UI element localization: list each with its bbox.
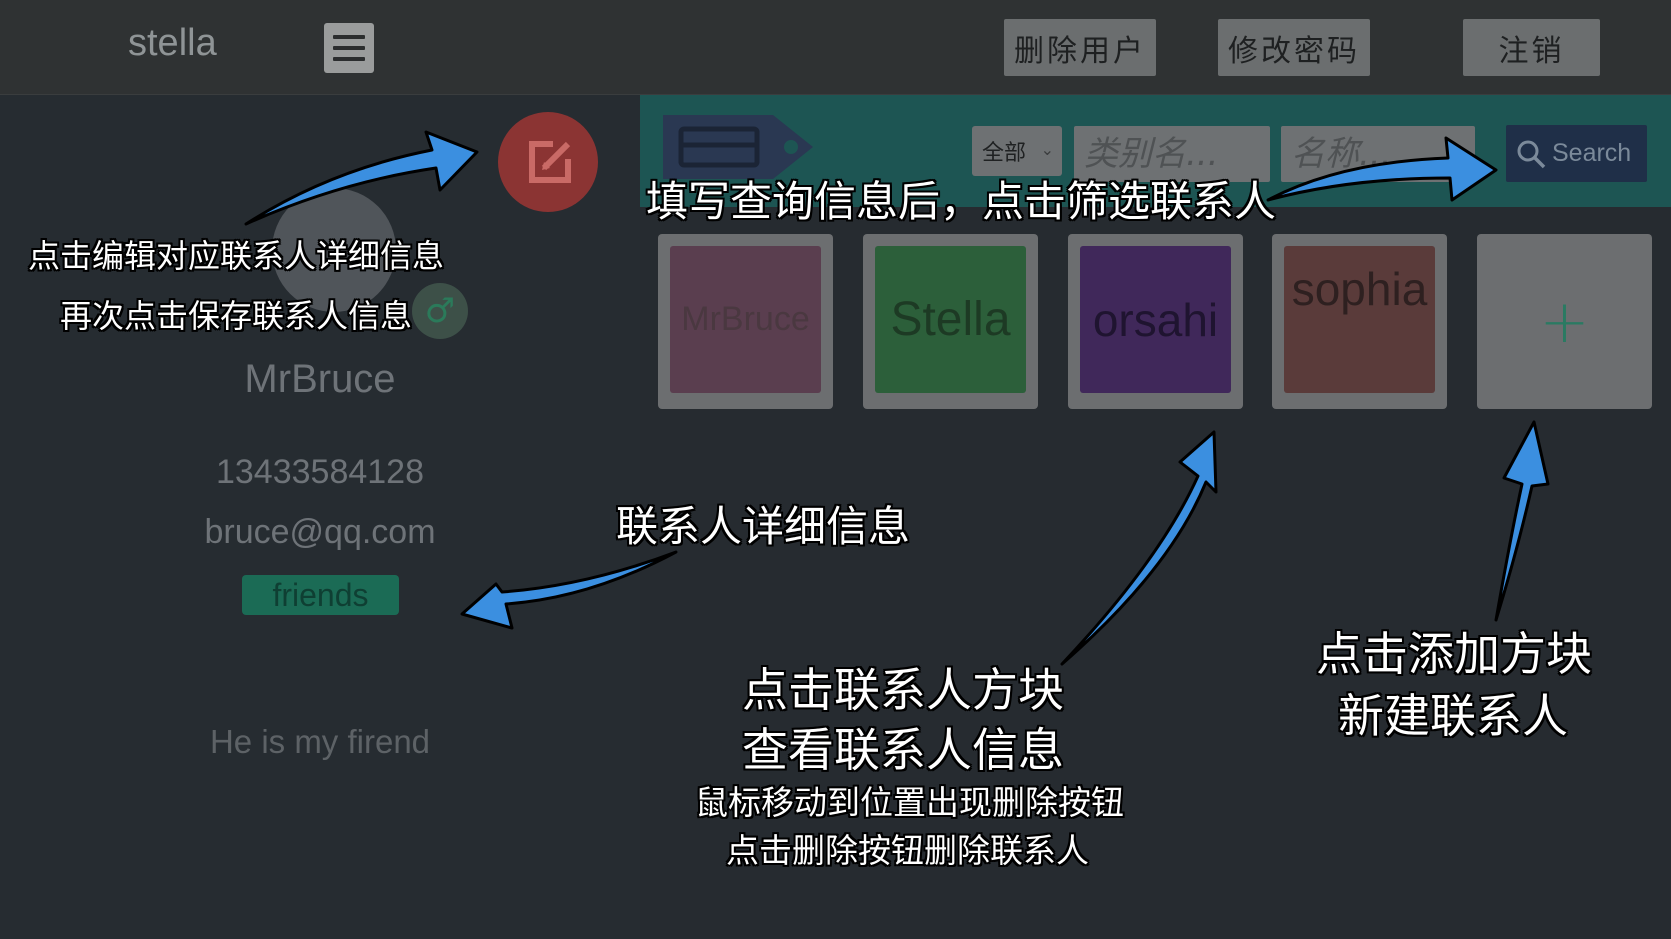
search-icon: [1517, 140, 1546, 168]
annotation-tile-line2: 查看联系人信息: [742, 723, 1064, 777]
category-select-value: 全部: [982, 141, 1027, 166]
annotation-tile-line4: 点击删除按钮删除联系人: [726, 831, 1089, 870]
menu-icon[interactable]: [324, 23, 374, 73]
annotation-tile-line1: 点击联系人方块: [742, 663, 1064, 717]
contact-tile-name: sophia: [1291, 263, 1428, 315]
contact-tile-face: MrBruce: [670, 246, 821, 393]
search-button[interactable]: Search: [1506, 125, 1647, 182]
annotation-add-line1: 点击添加方块: [1316, 627, 1592, 681]
contact-email: bruce@qq.com: [204, 513, 436, 551]
contact-note: He is my firend: [209, 723, 431, 760]
edit-icon: [529, 141, 571, 183]
contact-tile-name: MrBruce: [681, 300, 810, 338]
contact-tile-face: sophia: [1284, 246, 1435, 393]
annotation-edit-line2: 再次点击保存联系人信息: [60, 297, 413, 335]
delete-user-button[interactable]: 删除用户: [1004, 19, 1156, 76]
contact-tile[interactable]: Stella: [863, 234, 1038, 409]
contact-phone: 13433584128: [215, 453, 424, 491]
chevron-down-icon: ⌄: [1040, 140, 1054, 159]
annotation-tile-line3: 鼠标移动到位置出现删除按钮: [695, 783, 1124, 822]
contact-tile[interactable]: MrBruce: [658, 234, 833, 409]
contact-name-input[interactable]: [1281, 126, 1475, 182]
contact-name: MrBruce: [244, 357, 396, 401]
brand-title: stella: [128, 22, 217, 64]
search-label: Search: [1552, 139, 1632, 167]
contact-tile-name: orsahi: [1092, 293, 1219, 346]
contact-tile-face: orsahi: [1080, 246, 1231, 393]
change-password-button[interactable]: 修改密码: [1218, 19, 1370, 76]
category-select[interactable]: 全部 ⌄: [972, 126, 1062, 176]
contact-tile[interactable]: sophia: [1272, 234, 1447, 409]
contact-tag-badge: friends: [242, 575, 399, 615]
edit-button[interactable]: [498, 112, 598, 212]
contact-tile-face: Stella: [875, 246, 1026, 393]
top-bar: [0, 0, 1671, 95]
plus-icon: +: [1539, 286, 1590, 357]
male-gender-icon: ♂: [412, 283, 468, 339]
contact-tile-name: Stella: [890, 293, 1011, 346]
annotation-edit-line1: 点击编辑对应联系人详细信息: [28, 237, 445, 275]
annotation-add-line2: 新建联系人: [1338, 689, 1568, 743]
category-name-input[interactable]: [1074, 126, 1270, 182]
annotation-filter: 填写查询信息后，点击筛选联系人: [646, 177, 1277, 226]
contact-tile[interactable]: orsahi: [1068, 234, 1243, 409]
add-contact-tile[interactable]: +: [1477, 234, 1652, 409]
logout-button[interactable]: 注销: [1463, 19, 1600, 76]
annotation-detail: 联系人详细信息: [616, 502, 911, 551]
